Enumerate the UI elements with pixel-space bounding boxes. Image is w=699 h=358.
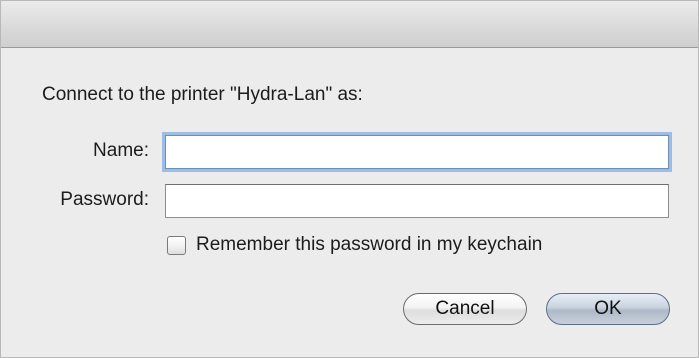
name-input[interactable] [165, 135, 669, 169]
remember-password-checkbox[interactable] [167, 236, 186, 255]
printer-login-dialog: Connect to the printer "Hydra-Lan" as: N… [0, 0, 699, 358]
cancel-button[interactable]: Cancel [403, 293, 527, 325]
remember-password-label[interactable]: Remember this password in my keychain [196, 234, 542, 256]
ok-button[interactable]: OK [546, 293, 670, 325]
password-label: Password: [60, 189, 149, 210]
password-input[interactable] [165, 184, 669, 218]
connect-prompt: Connect to the printer "Hydra-Lan" as: [42, 84, 363, 105]
dialog-titlebar[interactable] [1, 1, 698, 48]
name-label: Name: [93, 140, 149, 161]
